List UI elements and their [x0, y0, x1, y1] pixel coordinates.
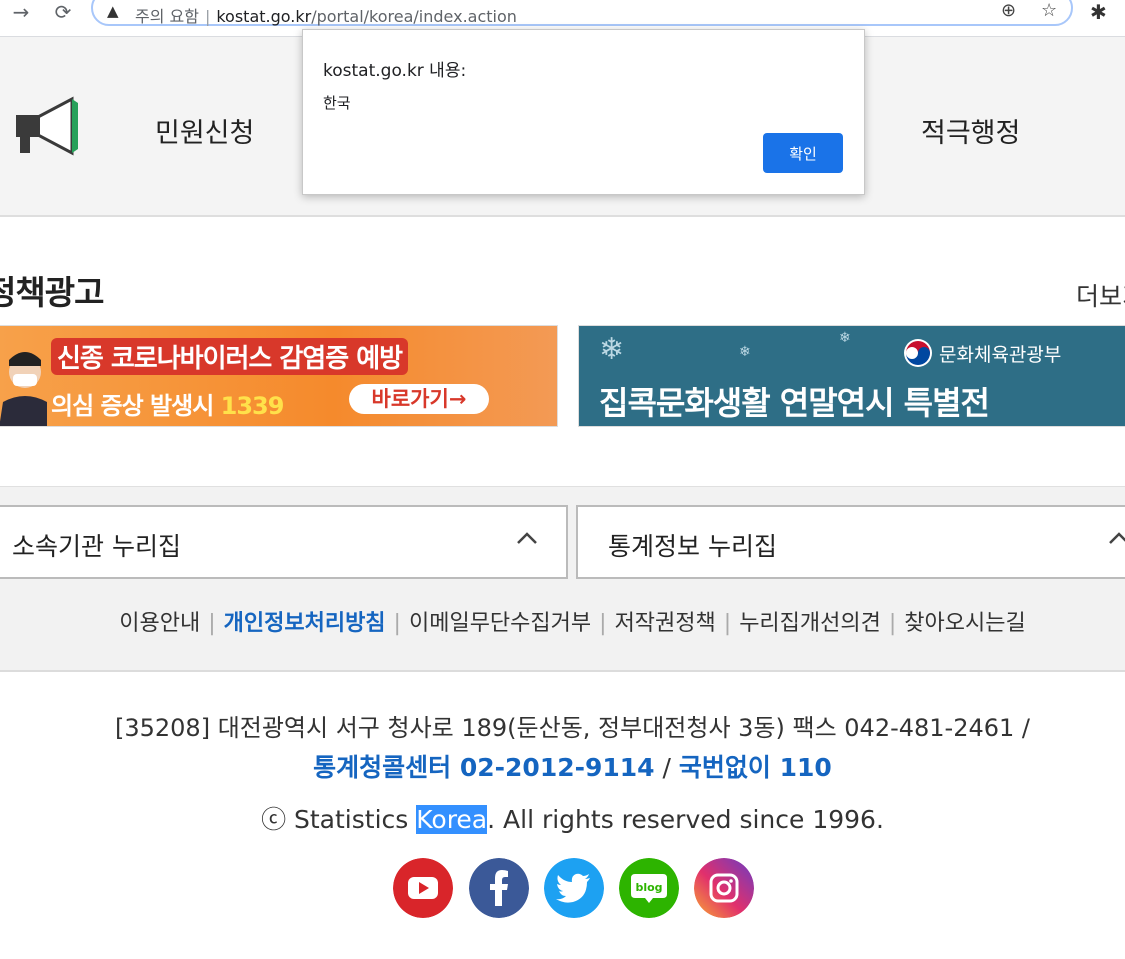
culture-headline: 집콕문화생활 연말연시 특별전 — [599, 384, 990, 422]
blog-icon[interactable]: blog — [619, 858, 679, 918]
nav-item-proactive-admin[interactable]: 적극행정 — [921, 111, 1020, 150]
covid-headline: 신종 코로나바이러스 감염증 예방 — [51, 338, 409, 375]
copyright: ⓒ Statistics Korea. All rights reserved … — [0, 800, 1125, 836]
reload-icon[interactable]: ⟳ — [50, 0, 76, 26]
person-icon — [0, 352, 47, 426]
covid-subline-text: 의심 증상 발생시 — [51, 392, 221, 420]
alert-dialog: kostat.go.kr 내용: 한국 확인 — [302, 29, 865, 195]
snowflake-icon: ❄ — [739, 344, 751, 360]
chevron-up-icon — [517, 532, 537, 544]
footer-links: 이용안내 | 개인정보처리방침 | 이메일무단수집거부 | 저작권정책 | 누리집개선의견 | 찾아… — [0, 605, 1125, 637]
separator: | — [599, 611, 607, 636]
copyright-prefix: ⓒ Statistics — [261, 805, 417, 834]
bookmark-star-icon[interactable]: ☆ — [1041, 0, 1057, 21]
dialog-title: kostat.go.kr 내용: — [323, 61, 467, 81]
ministry-label: 문화체육관광부 — [939, 344, 1062, 366]
footer-contacts: 통계청콜센터 02-2012-9114 / 국번없이 110 — [0, 748, 1125, 784]
footer-link-copyright-policy[interactable]: 저작권정책 — [615, 611, 716, 636]
address-bar[interactable]: ▲ 주의 요함 | kostat.go.kr/portal/korea/index.… — [91, 0, 1073, 26]
instagram-icon[interactable] — [694, 858, 754, 918]
snowflake-icon: ❄ — [839, 330, 851, 346]
dialog-message: 한국 — [323, 94, 351, 112]
national-number-link[interactable]: 국번없이 110 — [679, 753, 832, 782]
footer-address: [35208] 대전광역시 서구 청사로 189(둔산동, 정부대전청사 3동)… — [114, 714, 1031, 742]
security-label[interactable]: 주의 요함 — [135, 7, 199, 26]
affiliated-sites-dropdown[interactable]: 소속기관 누리집 — [0, 505, 568, 579]
forward-icon[interactable]: → — [8, 0, 34, 26]
separator: | — [723, 611, 732, 636]
snowflake-icon: ❄ — [599, 332, 625, 367]
facebook-icon[interactable] — [469, 858, 529, 918]
footer-link-email-refusal[interactable]: 이메일무단수집거부 — [409, 611, 591, 636]
nav-item-civil-petition[interactable]: 민원신청 — [155, 111, 254, 150]
dropdown-label: 소속기관 누리집 — [12, 532, 181, 561]
blog-label: blog — [635, 881, 662, 894]
section-title: 정책광고 — [0, 273, 104, 312]
footer-link-directions[interactable]: 찾아오시는길 — [904, 611, 1025, 636]
dropdown-label: 통계정보 누리집 — [608, 532, 777, 561]
selected-text: Korea — [416, 805, 488, 834]
twitter-icon[interactable] — [544, 858, 604, 918]
warning-icon[interactable]: ▲ — [107, 2, 119, 20]
extensions-icon[interactable]: ✱ — [1090, 0, 1107, 24]
separator: | — [888, 611, 897, 636]
separator: / — [654, 753, 679, 782]
separator: | — [393, 611, 401, 636]
separator: | — [204, 7, 211, 26]
covid-banner[interactable]: 신종 코로나바이러스 감염증 예방 의심 증상 발생시 1339 바로가기→ — [0, 325, 558, 427]
footer-link-privacy-policy[interactable]: 개인정보처리방침 — [224, 611, 386, 636]
government-emblem-icon — [904, 339, 932, 367]
url-host: kostat.go.kr — [216, 7, 312, 26]
copyright-suffix: . All rights reserved since 1996. — [487, 805, 884, 834]
statistics-sites-dropdown[interactable]: 통계정보 누리집 — [576, 505, 1125, 579]
separator: | — [208, 611, 216, 636]
chevron-up-icon — [1109, 532, 1125, 544]
covid-subline: 의심 증상 발생시 1339 — [51, 386, 285, 421]
dialog-ok-button[interactable]: 확인 — [763, 133, 843, 173]
footer: 소속기관 누리집 통계정보 누리집 이용안내 | 개인정보처리방침 | 이메일무단수집거… — [0, 486, 1125, 672]
covid-go-button[interactable]: 바로가기→ — [349, 384, 489, 414]
zoom-icon[interactable]: ⊕ — [1001, 0, 1016, 21]
culture-banner[interactable]: ❄ ❄ ❄ 문화체육관광부 집콕문화생활 연말연시 특별전 — [578, 325, 1125, 427]
megaphone-icon — [16, 96, 78, 156]
call-center-link[interactable]: 통계청콜센터 02-2012-9114 — [313, 753, 654, 782]
more-link[interactable]: 더보기 — [1076, 277, 1125, 313]
footer-link-usage-guide[interactable]: 이용안내 — [119, 611, 200, 636]
covid-hotline-number: 1339 — [220, 392, 285, 420]
url-path: /portal/korea/index.action — [311, 7, 517, 26]
youtube-icon[interactable] — [393, 858, 453, 918]
footer-link-site-feedback[interactable]: 누리집개선의견 — [739, 611, 881, 636]
